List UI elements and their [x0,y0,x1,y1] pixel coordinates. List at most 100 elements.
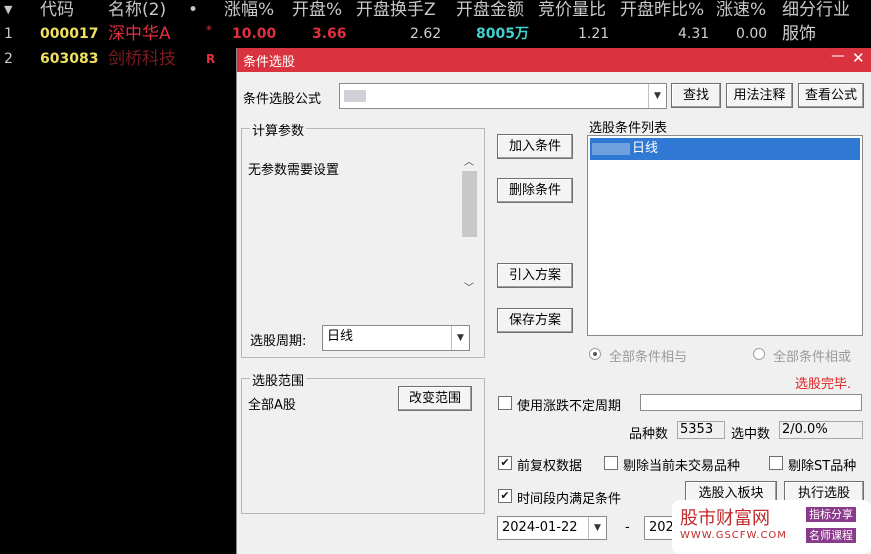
dialog-title: 条件选股 [243,55,296,70]
row-index: 2 [4,51,13,67]
col-code[interactable]: 代码 [40,0,74,20]
condition-list-item[interactable]: 日线 [590,138,860,160]
start-date-input[interactable]: 2024-01-22 ▼ [497,516,607,540]
change-value: 10.00 [232,26,277,42]
sort-arrow-icon[interactable]: ▼ [4,0,12,20]
col-auction-ratio[interactable]: 竞价量比 [538,0,606,20]
col-dot[interactable]: • [188,0,198,20]
condition-list-label: 选股条件列表 [589,121,668,136]
check-icon: ✔ [500,456,510,469]
watermark-title: 股市财富网 [680,508,770,529]
find-button[interactable]: 查找 [671,83,721,108]
params-scrollbar[interactable]: ︿ ﹀ [460,151,478,297]
use-period-input[interactable] [640,394,862,411]
selected-value-box: 2/0.0% [779,421,863,439]
change-scope-button[interactable]: 改变范围 [398,386,472,411]
open-pct-value: 3.66 [312,26,347,42]
scope-group-title: 选股范围 [250,370,307,389]
col-open-prev-ratio[interactable]: 开盘昨比% [620,0,704,20]
exclude-untraded-checkbox[interactable] [604,456,618,470]
view-formula-button[interactable]: 查看公式 [798,83,864,108]
exclude-st-checkbox[interactable] [769,456,783,470]
scroll-down-icon[interactable]: ﹀ [464,279,474,294]
chevron-down-icon[interactable]: ▼ [451,326,469,350]
status-text: 选股完毕. [795,377,852,392]
period-value: 日线 [327,329,354,344]
watermark-url: WWW.GSCFW.COM [680,530,787,541]
start-date-value: 2024-01-22 [502,520,578,535]
dialog-titlebar[interactable]: 条件选股 — ✕ [237,48,871,72]
pre-adjust-label: 前复权数据 [517,459,583,474]
use-period-checkbox[interactable] [498,396,512,410]
radio-or[interactable] [753,348,765,360]
formula-select[interactable]: ▼ [339,83,667,109]
params-group-title: 计算参数 [250,120,307,139]
condition-text: 日线 [632,141,659,156]
stock-name: 深中华A [108,24,171,44]
add-condition-button[interactable]: 加入条件 [497,134,573,159]
params-text: 无参数需要设置 [248,163,340,178]
radio-and[interactable] [589,348,601,360]
watermark-tag2: 名师课程 [806,528,856,543]
import-scheme-button[interactable]: 引入方案 [497,263,573,288]
usage-notes-button[interactable]: 用法注释 [726,83,793,108]
condition-screening-dialog: 条件选股 — ✕ 条件选股公式 ▼ 查找 用法注释 查看公式 计算参数 无参数需… [236,48,871,554]
col-name[interactable]: 名称(2) [108,0,166,20]
radio-and-label: 全部条件相与 [609,350,688,365]
open-prev-ratio-value: 4.31 [678,26,710,42]
end-date-value: 202 [649,520,674,535]
delete-condition-button[interactable]: 删除条件 [497,178,573,203]
open-turnover-value: 2.62 [410,26,442,42]
chevron-down-icon[interactable]: ▼ [648,84,666,108]
scope-group: 选股范围 全部A股 改变范围 [241,370,485,514]
date-separator: - [625,520,630,535]
col-change[interactable]: 涨幅% [224,0,274,20]
speed-value: 0.00 [736,26,768,42]
formula-label: 条件选股公式 [243,92,322,107]
count-value: 5353 [680,422,714,437]
save-scheme-button[interactable]: 保存方案 [497,308,573,333]
use-period-label: 使用涨跌不定周期 [517,399,622,414]
industry-value: 服饰 [782,24,816,44]
radio-or-label: 全部条件相或 [773,350,852,365]
table-header: ▼ 代码 名称(2) • 涨幅% 开盘% 开盘换手Z 开盘金额 竞价量比 开盘昨… [0,0,871,22]
open-amount-value: 8005万 [476,26,529,42]
watermark-tag1: 指标分享 [806,507,856,522]
selected-label: 选中数 [731,427,771,442]
col-open-amount[interactable]: 开盘金额 [456,0,524,20]
close-icon[interactable]: ✕ [852,49,865,67]
scroll-thumb[interactable] [462,171,477,237]
auction-ratio-value: 1.21 [578,26,610,42]
condition-redacted [592,143,630,155]
exclude-untraded-label: 剔除当前未交易品种 [623,459,741,474]
time-range-checkbox[interactable]: ✔ [498,489,512,503]
minimize-icon[interactable]: — [831,48,845,64]
col-speed[interactable]: 涨速% [716,0,766,20]
condition-list[interactable]: 日线 [587,135,863,336]
col-open-turnover[interactable]: 开盘换手Z [356,0,436,20]
period-label: 选股周期: [250,334,307,349]
pre-adjust-checkbox[interactable]: ✔ [498,456,512,470]
time-range-label: 时间段内满足条件 [517,492,622,507]
stock-name: 剑桥科技 [108,49,176,69]
check-icon: ✔ [500,489,510,502]
row-flag: * [206,23,212,37]
count-value-box: 5353 [677,421,725,439]
scroll-up-icon[interactable]: ︿ [464,153,474,168]
selected-value: 2/0.0% [782,422,828,437]
period-select[interactable]: 日线 ▼ [322,325,470,351]
count-label: 品种数 [629,427,669,442]
table-row[interactable]: 1 000017 深中华A * 10.00 3.66 2.62 8005万 1.… [0,22,871,47]
col-industry[interactable]: 细分行业 [782,0,850,20]
stock-code: 000017 [40,26,99,42]
exclude-st-label: 剔除ST品种 [788,459,857,474]
watermark: 股市财富网 WWW.GSCFW.COM 指标分享 名师课程 [672,500,871,554]
stock-screen: ▼ 代码 名称(2) • 涨幅% 开盘% 开盘换手Z 开盘金额 竞价量比 开盘昨… [0,0,871,554]
chevron-down-icon[interactable]: ▼ [588,517,606,539]
scope-value: 全部A股 [248,398,296,413]
row-index: 1 [4,26,13,42]
col-open-pct[interactable]: 开盘% [292,0,342,20]
row-flag: R [206,52,216,66]
formula-redacted [344,90,366,102]
stock-code: 603083 [40,51,99,67]
